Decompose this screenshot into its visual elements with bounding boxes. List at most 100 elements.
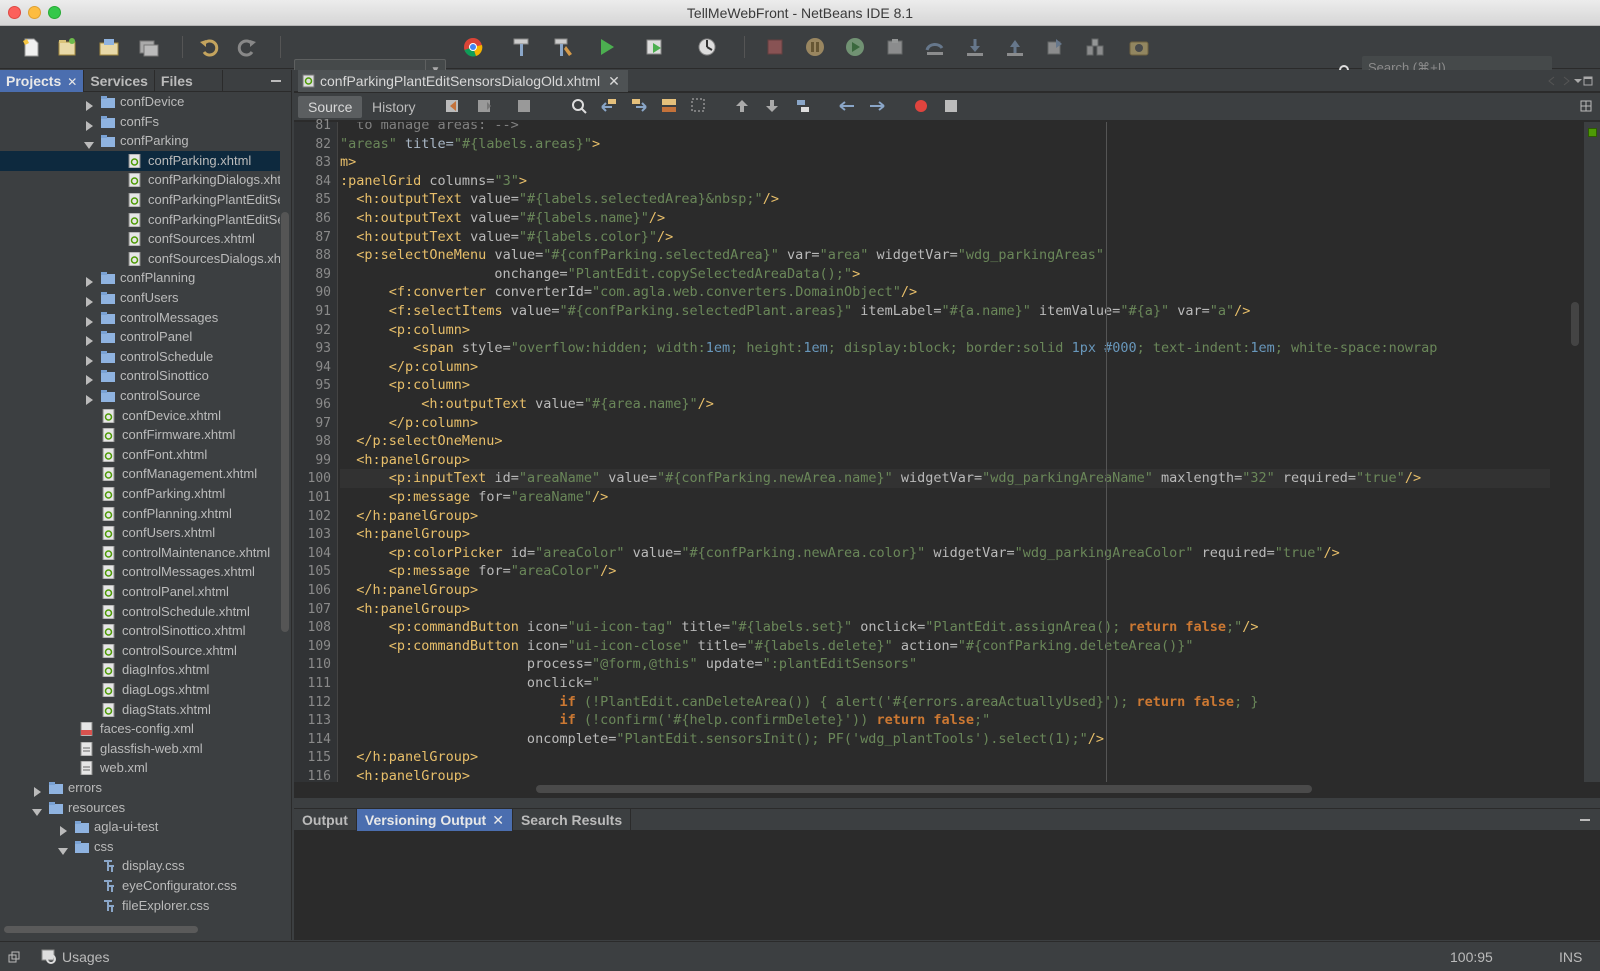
tree-item[interactable]: css bbox=[0, 837, 280, 857]
close-icon[interactable]: ✕ bbox=[67, 75, 77, 89]
previous-bookmark-icon[interactable] bbox=[734, 97, 752, 115]
close-window-button[interactable] bbox=[8, 6, 21, 19]
next-bookmark-icon[interactable] bbox=[764, 97, 782, 115]
find-previous-icon[interactable] bbox=[600, 97, 618, 115]
undo-icon[interactable] bbox=[196, 34, 222, 60]
tab-search-results[interactable]: Search Results bbox=[513, 809, 632, 831]
clean-build-icon[interactable] bbox=[550, 34, 576, 60]
chevron-right-icon[interactable] bbox=[84, 273, 94, 288]
run-icon[interactable] bbox=[594, 34, 620, 60]
continue-icon[interactable] bbox=[842, 34, 868, 60]
code-line[interactable]: <h:outputText value="#{area.name}"/> bbox=[340, 395, 1550, 414]
tree-item[interactable]: diagStats.xhtml bbox=[0, 700, 280, 720]
chevron-right-icon[interactable] bbox=[84, 117, 94, 131]
tab-source[interactable]: Source bbox=[298, 96, 363, 118]
code-line[interactable]: <span style="overflow:hidden; width:1em;… bbox=[340, 339, 1550, 358]
tree-item[interactable]: controlMessages bbox=[0, 308, 280, 328]
tab-navigation-icon[interactable] bbox=[1534, 75, 1594, 87]
code-line[interactable]: <f:converter converterId="com.agla.web.c… bbox=[340, 283, 1550, 302]
tree-item[interactable]: glassfish-web.xml bbox=[0, 739, 280, 759]
code-line[interactable]: if (!confirm('#{help.confirmDelete}')) r… bbox=[340, 711, 1550, 730]
code-line[interactable]: <p:column> bbox=[340, 321, 1550, 340]
tree-item[interactable]: confPlanning bbox=[0, 268, 280, 288]
tree-item[interactable]: confUsers.xhtml bbox=[0, 523, 280, 543]
code-area[interactable]: to manage areas: --> "areas" title="#{lab… bbox=[340, 122, 1550, 782]
close-icon[interactable]: ✕ bbox=[608, 73, 620, 89]
close-project-icon[interactable] bbox=[136, 34, 162, 60]
back-icon[interactable] bbox=[476, 97, 494, 115]
forward-icon[interactable] bbox=[516, 97, 534, 115]
new-file-icon[interactable] bbox=[18, 34, 44, 60]
find-selection-icon[interactable] bbox=[570, 97, 588, 115]
tree-item[interactable]: controlPanel bbox=[0, 327, 280, 347]
tree-item[interactable]: confDevice bbox=[0, 92, 280, 112]
step-out-icon[interactable] bbox=[1002, 34, 1028, 60]
last-edit-icon[interactable] bbox=[444, 97, 462, 115]
tree-item[interactable]: controlSource bbox=[0, 386, 280, 406]
code-line[interactable]: </h:panelGroup> bbox=[340, 581, 1550, 600]
tree-item[interactable]: controlSinottico bbox=[0, 366, 280, 386]
toggle-bookmark-icon[interactable] bbox=[794, 97, 812, 115]
usages-label[interactable]: Usages bbox=[62, 949, 109, 965]
tree-item[interactable]: confPlanning.xhtml bbox=[0, 504, 280, 524]
chrome-icon[interactable] bbox=[460, 34, 486, 60]
tree-item[interactable]: confParkingDialogs.xhtml bbox=[0, 170, 280, 190]
tree-item[interactable]: confParking.xhtml bbox=[0, 150, 280, 171]
tree-item[interactable]: errors bbox=[0, 778, 280, 798]
new-project-icon[interactable] bbox=[54, 34, 80, 60]
tab-services[interactable]: Services bbox=[84, 69, 155, 92]
tree-item[interactable]: display.css bbox=[0, 856, 280, 876]
code-line[interactable]: <p:selectOneMenu value="#{confParking.se… bbox=[340, 246, 1550, 265]
code-line[interactable]: onchange="PlantEdit.copySelectedAreaData… bbox=[340, 265, 1550, 284]
code-line[interactable]: <h:outputText value="#{labels.color}"/> bbox=[340, 228, 1550, 247]
chevron-right-icon[interactable] bbox=[84, 332, 94, 347]
code-line[interactable]: process="@form,@this" update=":plantEdit… bbox=[340, 655, 1550, 674]
code-line[interactable]: <h:panelGroup> bbox=[340, 451, 1550, 470]
chevron-right-icon[interactable] bbox=[84, 371, 94, 386]
code-line[interactable]: <p:column> bbox=[340, 376, 1550, 395]
notification-icon[interactable] bbox=[8, 951, 20, 963]
tree-item[interactable]: confParkingPlantEditSensor: bbox=[0, 190, 280, 210]
find-next-icon[interactable] bbox=[630, 97, 648, 115]
editor-tab[interactable]: confParkingPlantEditSensorsDialogOld.xht… bbox=[298, 70, 628, 92]
code-line[interactable]: <p:message for="areaName"/> bbox=[340, 488, 1550, 507]
tree-item[interactable]: confFont.xhtml bbox=[0, 445, 280, 465]
pause-icon[interactable] bbox=[802, 34, 828, 60]
code-line[interactable]: oncomplete="PlantEdit.sensorsInit(); PF(… bbox=[340, 730, 1550, 749]
chevron-right-icon[interactable] bbox=[84, 97, 94, 111]
redo-icon[interactable] bbox=[234, 34, 260, 60]
chevron-right-icon[interactable] bbox=[84, 313, 94, 327]
code-line[interactable]: :panelGrid columns="3"> bbox=[340, 172, 1550, 191]
tree-item[interactable]: confUsers bbox=[0, 288, 280, 308]
tree-item[interactable]: diagInfos.xhtml bbox=[0, 660, 280, 680]
tree-item[interactable]: confDevice.xhtml bbox=[0, 406, 280, 426]
tree-item[interactable]: controlPanel.xhtml bbox=[0, 582, 280, 602]
split-editor-icon[interactable] bbox=[1580, 100, 1592, 112]
code-line[interactable]: m> bbox=[340, 153, 1550, 172]
tree-item[interactable]: controlSchedule bbox=[0, 347, 280, 367]
step-over-icon[interactable] bbox=[922, 34, 948, 60]
code-line[interactable]: if (!PlantEdit.canDeleteArea()) { alert(… bbox=[340, 693, 1550, 712]
code-line[interactable]: "areas" title="#{labels.areas}"> bbox=[340, 135, 1550, 154]
code-line[interactable]: onclick=" bbox=[340, 674, 1550, 693]
tab-output[interactable]: Output bbox=[294, 809, 357, 831]
editor-horizontal-scrollbar[interactable] bbox=[340, 782, 1568, 796]
zoom-window-button[interactable] bbox=[48, 6, 61, 19]
close-icon[interactable]: ✕ bbox=[492, 812, 504, 828]
open-project-icon[interactable] bbox=[96, 34, 122, 60]
shift-left-icon[interactable] bbox=[838, 97, 856, 115]
tab-projects[interactable]: Projects ✕ bbox=[0, 69, 85, 92]
usages-icon[interactable] bbox=[40, 948, 58, 966]
step-icon[interactable] bbox=[882, 34, 908, 60]
tree-item[interactable]: resources bbox=[0, 798, 280, 818]
tree-item[interactable]: controlMessages.xhtml bbox=[0, 562, 280, 582]
code-line[interactable]: </h:panelGroup> bbox=[340, 748, 1550, 767]
tree-item[interactable]: confSourcesDialogs.xhtml bbox=[0, 249, 280, 269]
tab-files[interactable]: Files bbox=[155, 69, 223, 92]
tree-item[interactable]: fileExplorer.css bbox=[0, 896, 280, 914]
code-line[interactable]: <p:inputText id="areaName" value="#{conf… bbox=[340, 469, 1550, 489]
chevron-down-icon[interactable] bbox=[84, 136, 94, 150]
code-line[interactable]: <h:outputText value="#{labels.selectedAr… bbox=[340, 190, 1550, 209]
tree-item[interactable]: confFirmware.xhtml bbox=[0, 425, 280, 445]
toggle-rectangular-selection-icon[interactable] bbox=[690, 97, 708, 115]
